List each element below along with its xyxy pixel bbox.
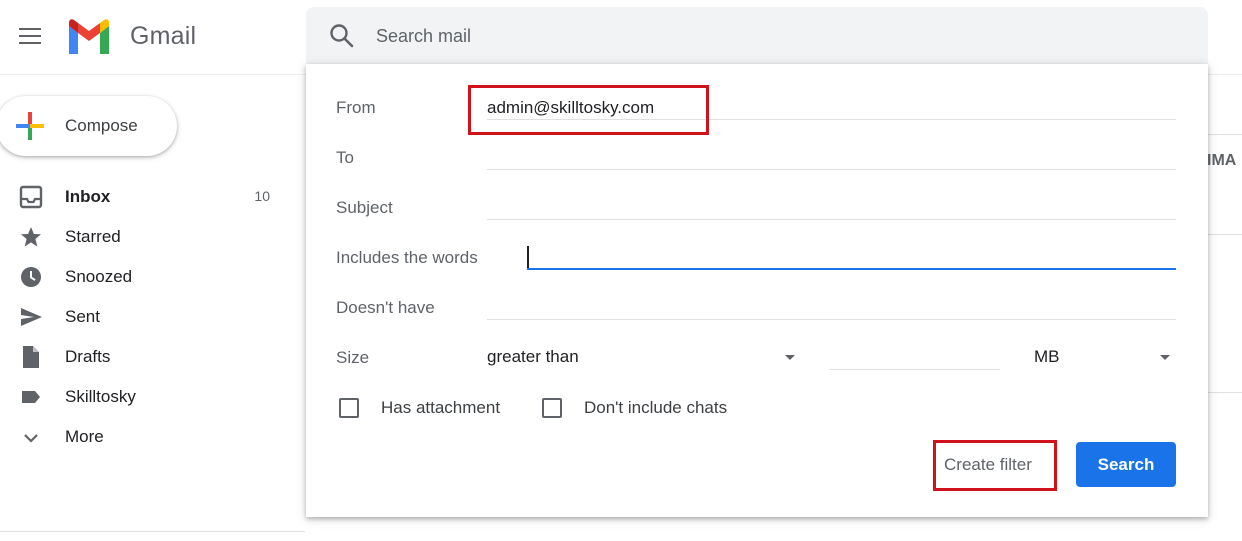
inbox-icon — [18, 184, 44, 210]
background-tab-label: IMA — [1207, 152, 1237, 169]
sidebar-item-label: Skilltosky — [65, 387, 136, 406]
sidebar-item-drafts[interactable]: Drafts — [0, 336, 290, 376]
sidebar-item-sent[interactable]: Sent — [0, 296, 290, 336]
to-input[interactable] — [487, 169, 1176, 170]
sidebar-item-label: Snoozed — [65, 267, 133, 286]
sidebar-item-inbox[interactable]: Inbox 10 — [0, 176, 290, 216]
subject-label: Subject — [336, 198, 393, 217]
background-divider — [1207, 392, 1242, 393]
doesnt-have-label: Doesn't have — [336, 298, 435, 317]
draft-icon — [18, 344, 44, 370]
from-label: From — [336, 98, 376, 117]
chevron-down-icon — [18, 424, 44, 450]
send-icon — [18, 304, 44, 330]
sidebar-item-snoozed[interactable]: Snoozed — [0, 256, 290, 296]
doesnt-have-input[interactable] — [487, 319, 1176, 320]
has-attachment-label: Has attachment — [381, 398, 501, 417]
app-name: Gmail — [130, 22, 197, 50]
clock-icon — [18, 264, 44, 290]
gmail-logo-icon[interactable] — [66, 18, 112, 54]
dont-include-chats-label: Don't include chats — [584, 398, 728, 417]
main-menu-button[interactable] — [14, 22, 46, 50]
sidebar-item-label: Starred — [65, 227, 121, 246]
search-button-label: Search — [1097, 455, 1155, 474]
has-attachment-checkbox[interactable] — [339, 398, 359, 418]
dont-include-chats-checkbox[interactable] — [542, 398, 562, 418]
dropdown-arrow-icon — [1160, 355, 1170, 360]
background-divider — [1207, 134, 1242, 135]
search-input[interactable]: Search mail — [376, 26, 471, 47]
includes-words-label: Includes the words — [336, 248, 478, 267]
sidebar-item-label: More — [65, 427, 104, 446]
to-label: To — [336, 148, 354, 167]
plus-icon — [14, 110, 46, 142]
subject-input[interactable] — [487, 219, 1176, 220]
sidebar-item-skilltosky[interactable]: Skilltosky — [0, 376, 290, 416]
search-button[interactable]: Search — [1076, 442, 1176, 487]
size-operator-select[interactable]: greater than — [487, 340, 797, 376]
compose-button[interactable]: Compose — [0, 96, 177, 156]
search-icon[interactable] — [328, 22, 356, 50]
search-bar[interactable]: Search mail — [306, 7, 1208, 65]
sidebar-item-more[interactable]: More — [0, 416, 290, 456]
includes-words-input[interactable] — [527, 268, 1176, 270]
size-unit-value: MB — [1034, 347, 1060, 366]
sidebar-item-label: Inbox — [65, 187, 111, 206]
dropdown-arrow-icon — [785, 355, 795, 360]
label-icon — [18, 384, 44, 410]
star-icon — [18, 224, 44, 250]
size-label: Size — [336, 348, 370, 367]
from-highlight-box — [468, 85, 709, 135]
unread-count: 10 — [254, 188, 270, 204]
sidebar-item-starred[interactable]: Starred — [0, 216, 290, 256]
sidebar-item-label: Sent — [65, 307, 100, 326]
sidebar-divider — [0, 531, 305, 532]
text-cursor — [527, 246, 529, 270]
size-value-input[interactable] — [830, 369, 1000, 370]
sidebar-item-label: Drafts — [65, 347, 111, 366]
create-filter-highlight-box — [933, 440, 1057, 491]
background-divider — [1207, 234, 1242, 235]
size-operator-value: greater than — [487, 347, 579, 366]
size-unit-select[interactable]: MB — [1034, 340, 1176, 376]
compose-label: Compose — [65, 116, 138, 135]
search-options-panel: From admin@skilltosky.com To Subject Inc… — [306, 64, 1208, 517]
